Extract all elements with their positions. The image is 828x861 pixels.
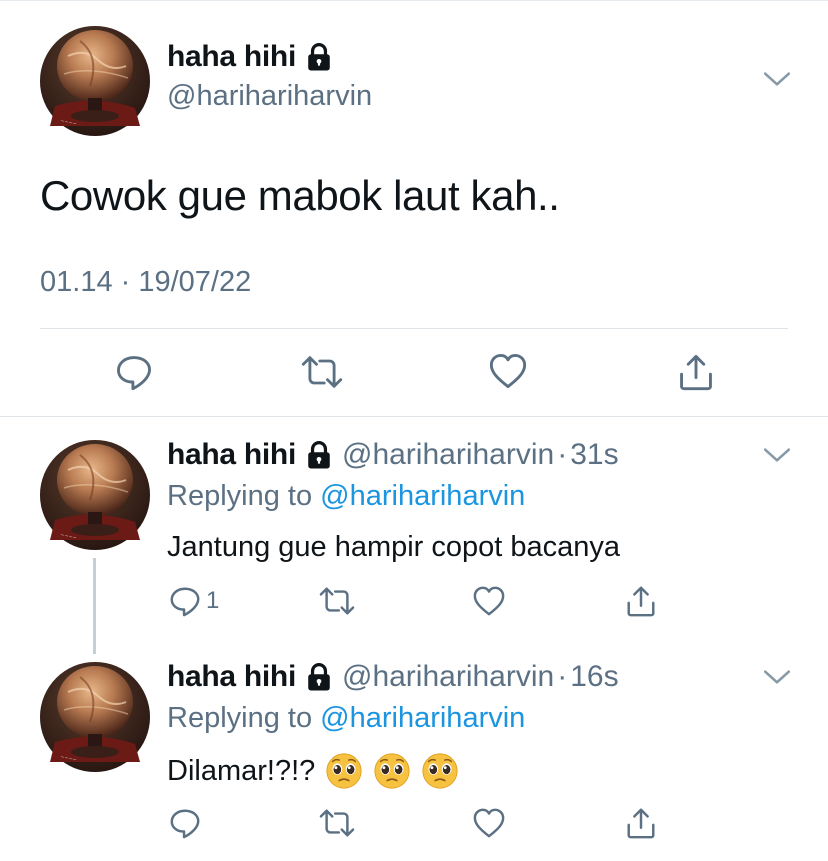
reply-text-content: Jantung gue hampir copot bacanya bbox=[167, 531, 621, 563]
tweet-actions bbox=[0, 806, 828, 846]
chevron-down-icon[interactable] bbox=[762, 446, 792, 464]
replying-to: Replying to @harihariharvin bbox=[167, 480, 525, 513]
retweet-button[interactable] bbox=[300, 352, 344, 392]
share-icon bbox=[676, 352, 716, 392]
section-divider bbox=[0, 416, 828, 417]
replying-to-link[interactable]: @harihariharvin bbox=[320, 702, 525, 734]
avatar[interactable] bbox=[40, 662, 150, 772]
share-icon bbox=[624, 584, 658, 618]
display-name-text[interactable]: haha hihi bbox=[167, 40, 296, 74]
reply-count: 1 bbox=[206, 587, 220, 614]
like-icon bbox=[488, 352, 528, 390]
user-handle[interactable]: @harihariharvin bbox=[342, 660, 554, 694]
thread-connector bbox=[93, 558, 96, 654]
display-name[interactable]: haha hihi bbox=[167, 660, 296, 694]
separator-dot: · bbox=[557, 660, 568, 693]
reply-button[interactable] bbox=[114, 352, 154, 392]
chevron-down-icon[interactable] bbox=[762, 668, 792, 686]
separator-dot: · bbox=[557, 438, 568, 471]
reply-icon bbox=[168, 584, 202, 618]
reply-button[interactable]: 1 bbox=[168, 584, 219, 618]
reply-text-content: Dilamar!?!? bbox=[167, 754, 316, 787]
reply-header: haha hihi @harihariharvin · 16s bbox=[167, 660, 619, 694]
like-icon bbox=[472, 585, 506, 617]
reply-icon bbox=[168, 806, 202, 840]
retweet-icon bbox=[300, 352, 344, 392]
user-handle[interactable]: @harihariharvin bbox=[342, 438, 554, 472]
like-button[interactable] bbox=[472, 807, 506, 839]
pleading-face-emoji bbox=[373, 752, 411, 790]
like-button[interactable] bbox=[488, 352, 528, 390]
lock-icon bbox=[306, 663, 332, 691]
share-button[interactable] bbox=[624, 806, 658, 840]
replying-prefix: Replying to bbox=[167, 702, 313, 734]
lock-icon bbox=[306, 441, 332, 469]
retweet-icon bbox=[318, 584, 356, 618]
reply-button[interactable] bbox=[168, 806, 202, 840]
avatar[interactable] bbox=[40, 440, 150, 550]
pleading-face-emoji bbox=[325, 752, 363, 790]
reply-text: Jantung gue hampir copot bacanya bbox=[167, 531, 620, 564]
main-tweet: haha hihi @harihariharvin Cowok gue mabo… bbox=[0, 0, 828, 417]
pleading-face-emoji bbox=[421, 752, 459, 790]
reply-header: haha hihi @harihariharvin · 31s bbox=[167, 438, 619, 472]
lock-icon bbox=[306, 43, 332, 71]
reply-text: Dilamar!?!? bbox=[167, 752, 459, 790]
replying-to: Replying to @harihariharvin bbox=[167, 702, 525, 735]
share-button[interactable] bbox=[624, 584, 658, 618]
tweet-timestamp[interactable]: 01.14 · 19/07/22 bbox=[40, 266, 251, 299]
tweet-actions: 1 bbox=[0, 584, 828, 624]
retweet-button[interactable] bbox=[318, 584, 356, 618]
retweet-button[interactable] bbox=[318, 806, 356, 840]
display-name[interactable]: haha hihi bbox=[167, 438, 296, 472]
like-icon bbox=[472, 807, 506, 839]
avatar[interactable] bbox=[40, 26, 150, 136]
reply-time[interactable]: 16s bbox=[570, 660, 618, 694]
like-button[interactable] bbox=[472, 585, 506, 617]
replying-to-link[interactable]: @harihariharvin bbox=[320, 480, 525, 512]
reply-icon bbox=[114, 352, 154, 392]
chevron-down-icon[interactable] bbox=[762, 70, 792, 88]
retweet-icon bbox=[318, 806, 356, 840]
share-icon bbox=[624, 806, 658, 840]
replying-prefix: Replying to bbox=[167, 480, 313, 512]
reply-time[interactable]: 31s bbox=[570, 438, 618, 472]
tweet-actions bbox=[0, 352, 828, 396]
share-button[interactable] bbox=[676, 352, 716, 392]
tweet-text: Cowok gue mabok laut kah.. bbox=[40, 172, 560, 219]
divider bbox=[40, 328, 788, 329]
user-handle[interactable]: @harihariharvin bbox=[167, 80, 372, 113]
display-name[interactable]: haha hihi bbox=[167, 40, 332, 74]
